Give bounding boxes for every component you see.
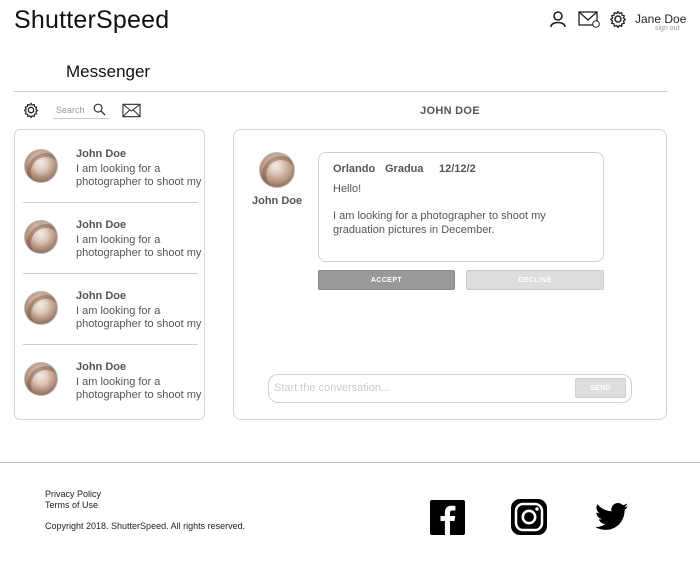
message-input[interactable] [274, 380, 564, 396]
conversation-sender: John Doe [76, 219, 127, 231]
conversation-sender: John Doe [76, 361, 127, 373]
facebook-icon[interactable] [429, 499, 465, 535]
terms-of-use-link[interactable]: Terms of Use [45, 500, 98, 510]
conversation-preview: I am looking for a photographer to shoot… [76, 234, 202, 259]
accept-button[interactable]: ACCEPT [318, 270, 455, 290]
conversation-title: JOHN DOE [420, 105, 480, 117]
mail-icon[interactable] [578, 9, 600, 29]
privacy-policy-link[interactable]: Privacy Policy [45, 489, 101, 499]
settings-gear-icon[interactable] [22, 101, 40, 119]
twitter-icon[interactable] [594, 499, 630, 535]
conversation-list-item[interactable]: John Doe I am looking for a photographer… [23, 203, 201, 274]
sender-avatar [259, 152, 295, 188]
search-icon[interactable] [92, 102, 106, 116]
divider [14, 91, 668, 92]
conversation-list-item[interactable]: John Doe I am looking for a photographer… [23, 132, 201, 203]
sender-name: John Doe [252, 195, 303, 207]
conversation-sender: John Doe [76, 290, 127, 302]
conversation-list-item[interactable]: John Doe I am looking for a photographer… [23, 274, 201, 345]
sign-out-link[interactable]: sign out [655, 25, 680, 32]
copyright-text: Copyright 2018. ShutterSpeed. All rights… [45, 521, 246, 531]
compose-mail-icon[interactable] [121, 102, 141, 118]
avatar [24, 149, 58, 183]
avatar [24, 362, 58, 396]
request-location: Orlando [333, 163, 376, 175]
user-icon[interactable] [548, 9, 568, 29]
conversation-preview: I am looking for a photographer to shoot… [76, 163, 202, 188]
user-name[interactable]: Jane Doe [635, 12, 686, 26]
brand-logo[interactable]: ShutterSpeed [14, 6, 169, 35]
avatar [24, 291, 58, 325]
request-date: 12/12/2 [439, 163, 476, 175]
page-title: Messenger [66, 62, 151, 81]
conversation-sender: John Doe [76, 148, 127, 160]
search-input[interactable]: Search [56, 105, 85, 115]
instagram-icon[interactable] [511, 499, 547, 535]
gear-icon[interactable] [608, 9, 628, 29]
request-greeting: Hello! [333, 183, 362, 195]
request-type: Gradua [385, 163, 424, 175]
conversation-preview: I am looking for a photographer to shoot… [76, 305, 202, 330]
conversation-list: John Doe I am looking for a photographer… [14, 129, 205, 420]
request-body: I am looking for a photographer to shoot… [333, 210, 546, 236]
conversation-list-item[interactable]: John Doe I am looking for a photographer… [23, 345, 201, 416]
avatar [24, 220, 58, 254]
send-button[interactable]: SEND [575, 378, 626, 398]
conversation-preview: I am looking for a photographer to shoot… [76, 376, 202, 401]
decline-button[interactable]: DECLINE [466, 270, 604, 290]
